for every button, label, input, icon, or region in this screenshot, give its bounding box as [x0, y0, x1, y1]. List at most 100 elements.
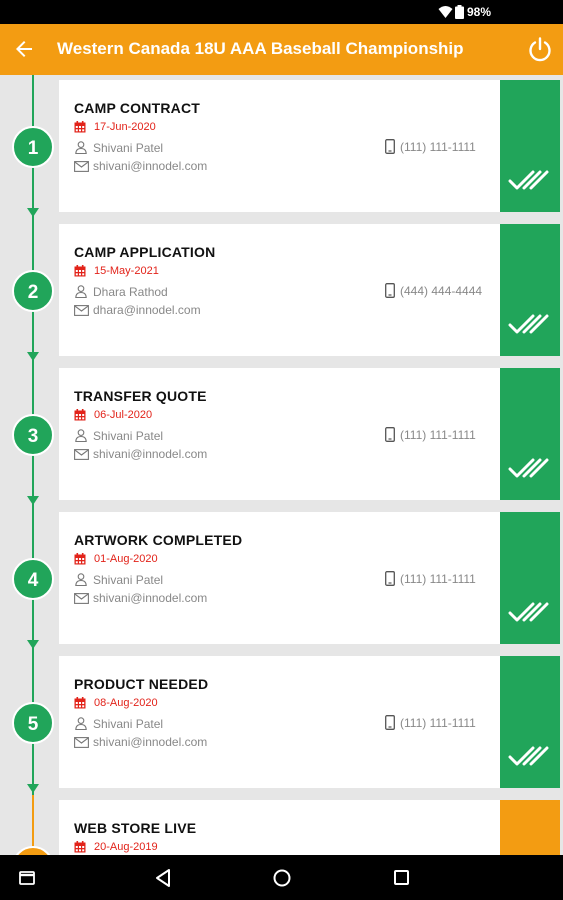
step-number-badge: 6: [12, 846, 54, 855]
step-number-badge: 2: [12, 270, 54, 312]
battery-percentage: 98%: [467, 5, 492, 19]
phone-row: (111) 111-1111: [385, 570, 500, 586]
task-date: 08-Aug-2020: [94, 697, 158, 709]
assignee-row: Dhara Rathod: [74, 285, 274, 299]
person-icon: [75, 717, 87, 730]
assignee-phone[interactable]: (111) 111-1111: [400, 428, 476, 442]
timeline-arrow: [27, 496, 39, 505]
assignee-row: Shivani Patel: [74, 573, 274, 587]
double-check-icon: [508, 314, 549, 334]
step-number-badge: 4: [12, 558, 54, 600]
timeline-arrow: [27, 640, 39, 649]
task-date: 20-Aug-2019: [94, 841, 158, 853]
assignee-email[interactable]: shivani@innodel.com: [93, 447, 207, 461]
status-panel[interactable]: [500, 656, 560, 788]
status-panel[interactable]: [500, 800, 560, 855]
phone-icon: [385, 427, 395, 442]
task-timeline[interactable]: 1 CAMP CONTRACT 17-Jun-2020 Shivani Patel: [0, 75, 563, 855]
task-date: 17-Jun-2020: [94, 121, 156, 133]
task-date: 15-May-2021: [94, 265, 159, 277]
task-title: WEB STORE LIVE: [74, 820, 197, 836]
task-title: CAMP APPLICATION: [74, 244, 216, 260]
double-check-icon: [508, 458, 549, 478]
overview-square-icon[interactable]: [393, 869, 410, 886]
assignee-row: Shivani Patel: [74, 141, 274, 155]
step-number-badge: 5: [12, 702, 54, 744]
status-panel[interactable]: [500, 368, 560, 500]
phone-row: (111) 111-1111: [385, 138, 500, 154]
status-panel[interactable]: [500, 80, 560, 212]
task-title: TRANSFER QUOTE: [74, 388, 207, 404]
person-icon: [75, 573, 87, 586]
assignee-email[interactable]: shivani@innodel.com: [93, 159, 207, 173]
recents-icon[interactable]: [19, 871, 35, 885]
page-title: Western Canada 18U AAA Baseball Champion…: [57, 39, 464, 58]
email-icon: [74, 305, 89, 316]
calendar-icon: [74, 841, 86, 853]
timeline-arrow: [27, 208, 39, 217]
task-card[interactable]: TRANSFER QUOTE 06-Jul-2020 Shivani Patel: [59, 368, 500, 500]
app-bar: Western Canada 18U AAA Baseball Champion…: [0, 24, 563, 75]
assignee-email[interactable]: shivani@innodel.com: [93, 735, 207, 749]
assignee-name: Shivani Patel: [93, 717, 164, 731]
person-icon: [75, 429, 87, 442]
task-card[interactable]: CAMP APPLICATION 15-May-2021 Dhara Ratho…: [59, 224, 500, 356]
power-icon[interactable]: [526, 35, 554, 63]
phone-row: (444) 444-4444: [385, 282, 500, 298]
status-panel[interactable]: [500, 512, 560, 644]
assignee-name: Shivani Patel: [93, 429, 164, 443]
phone-icon: [385, 571, 395, 586]
task-card[interactable]: CAMP CONTRACT 17-Jun-2020 Shivani Patel: [59, 80, 500, 212]
task-title: ARTWORK COMPLETED: [74, 532, 243, 548]
double-check-icon: [508, 602, 549, 622]
assignee-email[interactable]: shivani@innodel.com: [93, 591, 207, 605]
calendar-icon: [74, 553, 86, 565]
task-date: 06-Jul-2020: [94, 409, 153, 421]
phone-row: (111) 111-1111: [385, 714, 500, 730]
phone-icon: [385, 715, 395, 730]
wifi-icon: [438, 6, 453, 18]
task-title: PRODUCT NEEDED: [74, 676, 209, 692]
status-bar: 98%: [0, 0, 563, 24]
assignee-phone[interactable]: (111) 111-1111: [400, 572, 476, 586]
arrow-back-icon[interactable]: [12, 37, 36, 61]
battery-icon: [455, 5, 464, 19]
assignee-email[interactable]: dhara@innodel.com: [93, 303, 201, 317]
assignee-name: Shivani Patel: [93, 141, 164, 155]
home-circle-icon[interactable]: [272, 868, 292, 888]
assignee-phone[interactable]: (444) 444-4444: [400, 284, 482, 298]
timeline-arrow: [27, 352, 39, 361]
phone-icon: [385, 139, 395, 154]
step-number-badge: 3: [12, 414, 54, 456]
task-card[interactable]: PRODUCT NEEDED 08-Aug-2020 Shivani Patel: [59, 656, 500, 788]
status-panel[interactable]: [500, 224, 560, 356]
assignee-phone[interactable]: (111) 111-1111: [400, 140, 476, 154]
email-row: shivani@innodel.com: [74, 735, 274, 749]
back-triangle-icon[interactable]: [154, 868, 172, 888]
calendar-icon: [74, 121, 86, 133]
task-card[interactable]: WEB STORE LIVE 20-Aug-2019: [59, 800, 500, 855]
double-check-icon: [508, 746, 549, 766]
phone-icon: [385, 283, 395, 298]
email-icon: [74, 161, 89, 172]
step-number-badge: 1: [12, 126, 54, 168]
email-row: shivani@innodel.com: [74, 447, 274, 461]
person-icon: [75, 285, 87, 298]
email-icon: [74, 593, 89, 604]
email-row: shivani@innodel.com: [74, 591, 274, 605]
assignee-row: Shivani Patel: [74, 717, 274, 731]
double-check-icon: [508, 170, 549, 190]
calendar-icon: [74, 265, 86, 277]
task-title: CAMP CONTRACT: [74, 100, 201, 116]
email-row: dhara@innodel.com: [74, 303, 274, 317]
assignee-name: Shivani Patel: [93, 573, 164, 587]
calendar-icon: [74, 409, 86, 421]
calendar-icon: [74, 697, 86, 709]
navigation-bar: [0, 855, 563, 900]
assignee-phone[interactable]: (111) 111-1111: [400, 716, 476, 730]
timeline-arrow: [27, 784, 39, 793]
email-icon: [74, 737, 89, 748]
email-icon: [74, 449, 89, 460]
task-card[interactable]: ARTWORK COMPLETED 01-Aug-2020 Shivani Pa…: [59, 512, 500, 644]
assignee-row: Shivani Patel: [74, 429, 274, 443]
